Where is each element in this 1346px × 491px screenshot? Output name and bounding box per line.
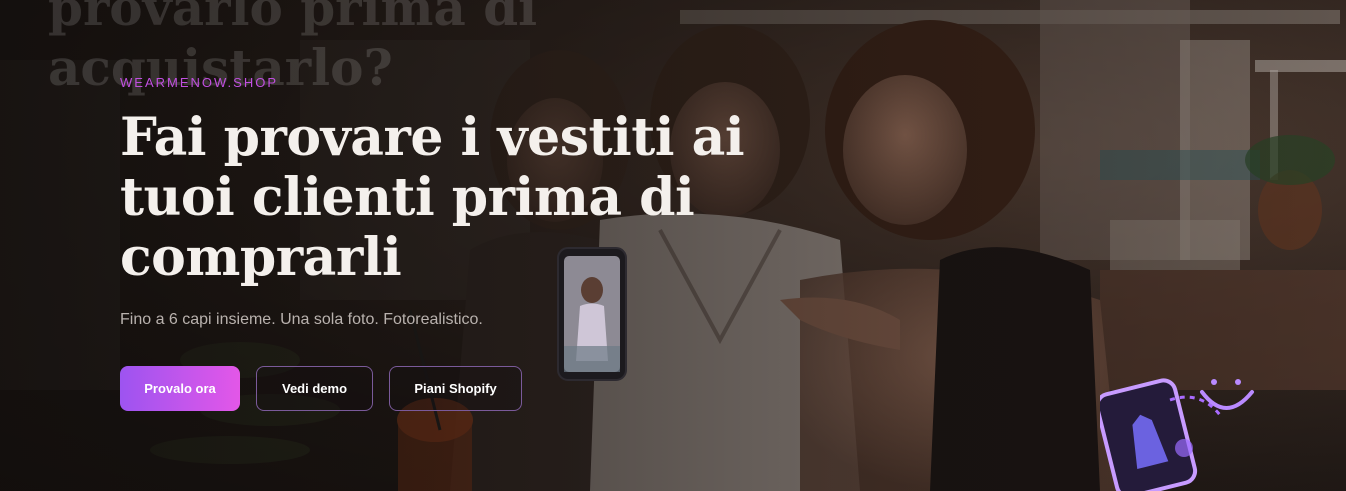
smile-icon <box>1200 379 1254 410</box>
view-demo-button[interactable]: Vedi demo <box>256 366 373 411</box>
try-now-button[interactable]: Provalo ora <box>120 366 240 411</box>
hero-headline: Fai provare i vestiti ai tuoi clienti pr… <box>120 107 745 288</box>
hero-section: provarlo prima di acquistarlo? WEARMENOW… <box>0 0 1346 491</box>
cta-buttons: Provalo ora Vedi demo Piani Shopify <box>120 366 522 411</box>
brand-eyebrow: WEARMENOW.SHOP <box>120 75 279 90</box>
shopify-plans-button[interactable]: Piani Shopify <box>389 366 522 411</box>
hero-subtitle: Fino a 6 capi insieme. Una sola foto. Fo… <box>120 311 483 328</box>
